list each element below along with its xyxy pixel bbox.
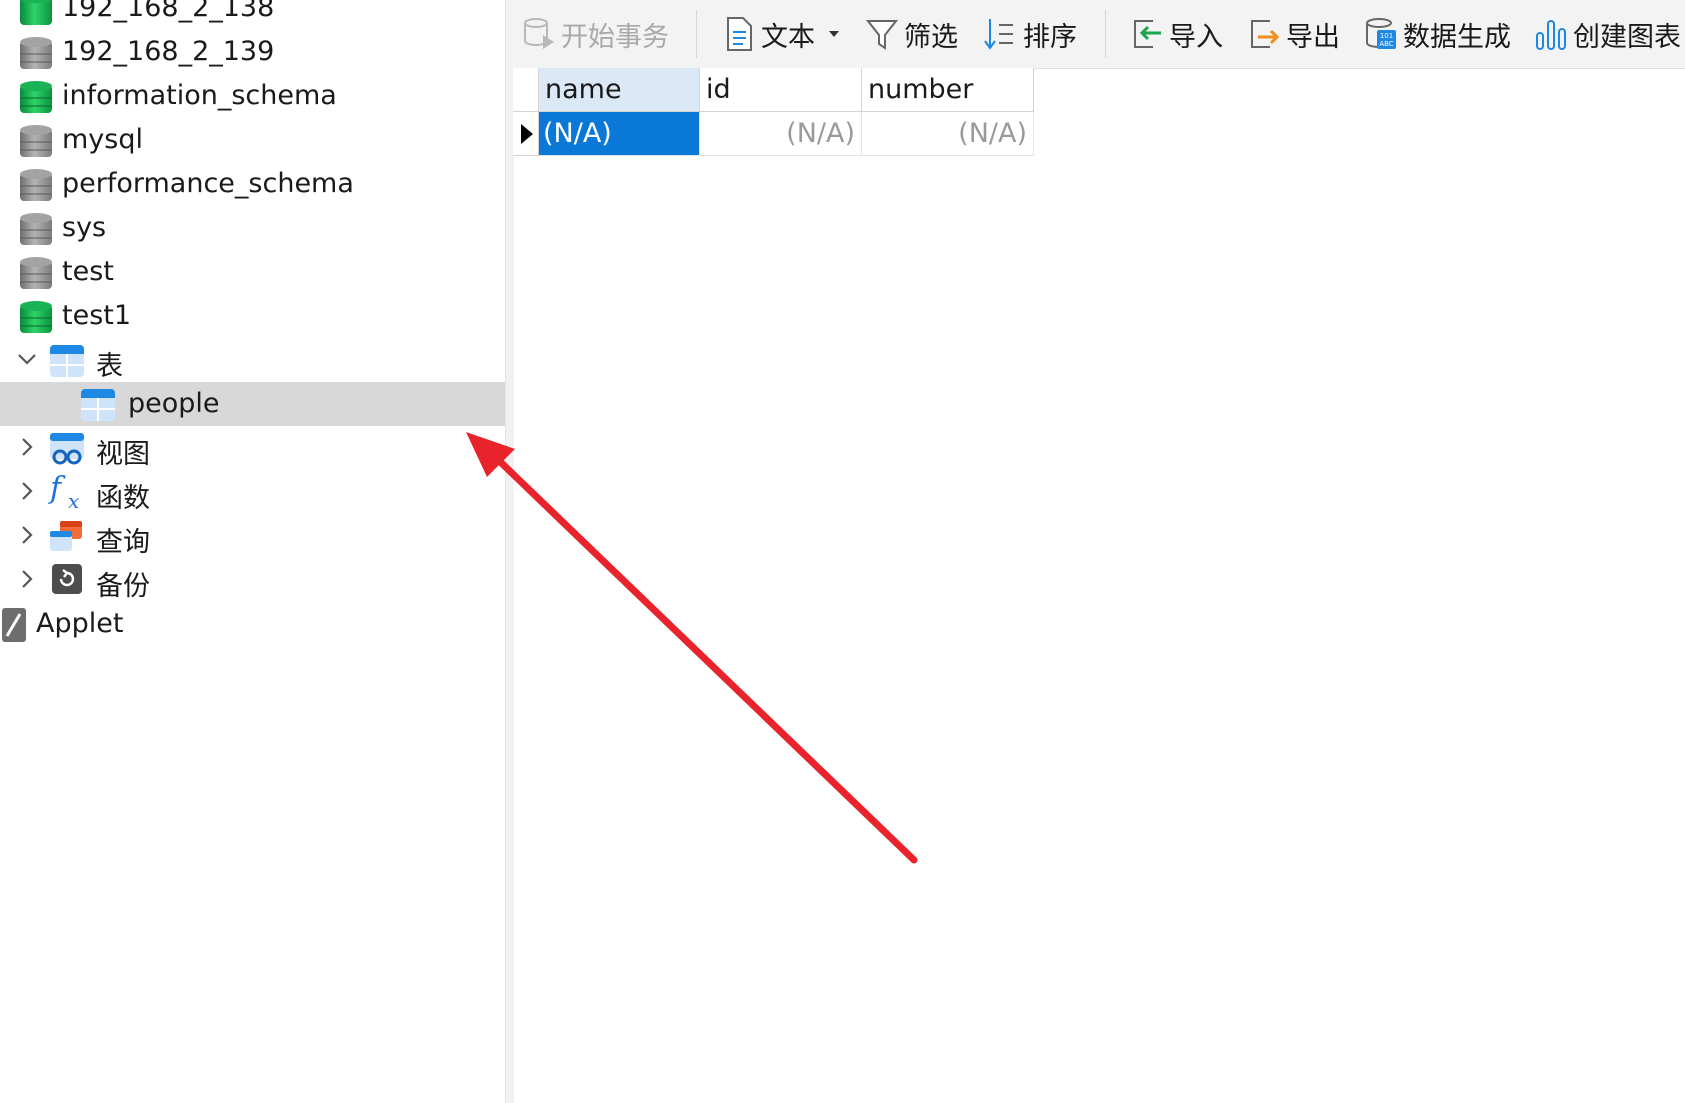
database-gray-icon [20,125,52,159]
database-green-icon [20,81,52,115]
database-gray-icon [20,37,52,71]
tree-group-functions[interactable]: fx 函数 [0,470,505,514]
navigation-tree: 192_168_2_138 192_168_2_139 information_… [0,0,505,1103]
import-label: 导入 [1169,21,1223,53]
data-generation-button[interactable]: 101 ABC 数据生成 [1365,14,1511,54]
database-mysql[interactable]: mysql [0,118,505,162]
sort-label: 排序 [1023,21,1077,53]
tree-item-label: 表 [96,351,123,382]
tree-item-label: information_schema [62,80,337,111]
tree-item-label: 函数 [96,483,150,514]
toolbar-separator [1105,10,1106,58]
svg-text:101: 101 [1380,32,1393,40]
tree-group-tables[interactable]: 表 [0,338,505,382]
database-gray-icon [20,213,52,247]
tree-item-people-table[interactable]: people [0,382,505,426]
filter-button[interactable]: 筛选 [866,14,958,54]
begin-transaction-button[interactable]: 开始事务 [523,14,669,54]
database-gray-icon [20,257,52,291]
begin-transaction-label: 开始事务 [561,21,669,53]
database-test[interactable]: test [0,250,505,294]
tree-group-queries[interactable]: 查询 [0,514,505,558]
database-performance-schema[interactable]: performance_schema [0,162,505,206]
database-gray-icon [20,169,52,203]
tree-item-label: 视图 [96,439,150,470]
database-sys[interactable]: sys [0,206,505,250]
toolbar-separator [696,10,697,58]
text-view-label: 文本 [761,21,815,53]
import-icon [1134,20,1161,48]
dropdown-caret-icon[interactable] [827,27,841,41]
tree-item-label: people [128,388,220,419]
data-toolbar: 开始事务 文本 筛选 排序 导入 导出 101 ABC 数据生成 创建图表 [513,0,1685,69]
tree-item-label: test [62,256,114,287]
tree-item-applet[interactable]: Applet [0,602,505,646]
database-test1[interactable]: test1 [0,294,505,338]
panel-splitter[interactable] [505,0,514,1103]
data-generation-label: 数据生成 [1403,21,1511,53]
database-green-icon [20,0,52,27]
tree-group-backups[interactable]: 备份 [0,558,505,602]
export-icon [1251,20,1280,48]
applet-icon [2,608,26,642]
data-generation-icon: 101 ABC [1366,18,1396,49]
cell-name[interactable]: (N/A) [539,112,700,156]
header-corner [513,68,539,112]
import-button[interactable]: 导入 [1131,14,1223,54]
connection-192-168-2-139[interactable]: 192_168_2_139 [0,30,505,74]
chevron-right-icon[interactable] [16,480,38,502]
column-header-number[interactable]: number [862,68,1034,112]
filter-icon [866,20,898,50]
chevron-right-icon[interactable] [16,524,38,546]
export-button[interactable]: 导出 [1248,14,1340,54]
sort-button[interactable]: 排序 [983,14,1077,54]
view-icon [50,433,84,465]
text-document-icon [727,17,752,51]
chevron-right-icon[interactable] [16,436,38,458]
sort-icon [984,19,1013,50]
row-indicator[interactable] [513,112,539,156]
tree-item-label: 备份 [96,571,150,602]
create-chart-button[interactable]: 创建图表 [1535,14,1681,54]
tree-item-label: Applet [36,608,124,639]
cell-id[interactable]: (N/A) [700,112,862,156]
table-icon [81,389,115,421]
tree-group-views[interactable]: 视图 [0,426,505,470]
column-header-name[interactable]: name [539,68,700,112]
connection-192-168-2-138[interactable]: 192_168_2_138 [0,0,505,30]
function-icon: fx [50,471,80,514]
database-green-icon [20,301,52,335]
cell-number[interactable]: (N/A) [862,112,1034,156]
create-chart-label: 创建图表 [1573,21,1681,53]
tree-item-label: performance_schema [62,168,354,199]
export-label: 导出 [1286,21,1340,53]
database-information-schema[interactable]: information_schema [0,74,505,118]
current-row-arrow-icon [521,124,533,144]
tree-item-label: mysql [62,124,143,155]
tree-item-label: 192_168_2_138 [62,0,275,23]
tree-item-label: 查询 [96,527,150,558]
query-icon [50,521,82,551]
arrow-shaft [486,448,918,864]
text-view-button[interactable]: 文本 [723,14,841,54]
column-header-id[interactable]: id [700,68,862,112]
filter-label: 筛选 [904,21,958,53]
chevron-right-icon[interactable] [16,568,38,590]
backup-icon [52,564,82,594]
svg-text:ABC: ABC [1379,40,1393,48]
chart-icon [1536,20,1566,50]
tree-item-label: sys [62,212,107,243]
tree-item-label: 192_168_2_139 [62,36,275,67]
chevron-down-icon[interactable] [16,348,38,370]
transaction-icon [524,18,554,49]
table-icon [50,345,84,377]
tree-item-label: test1 [62,300,132,331]
